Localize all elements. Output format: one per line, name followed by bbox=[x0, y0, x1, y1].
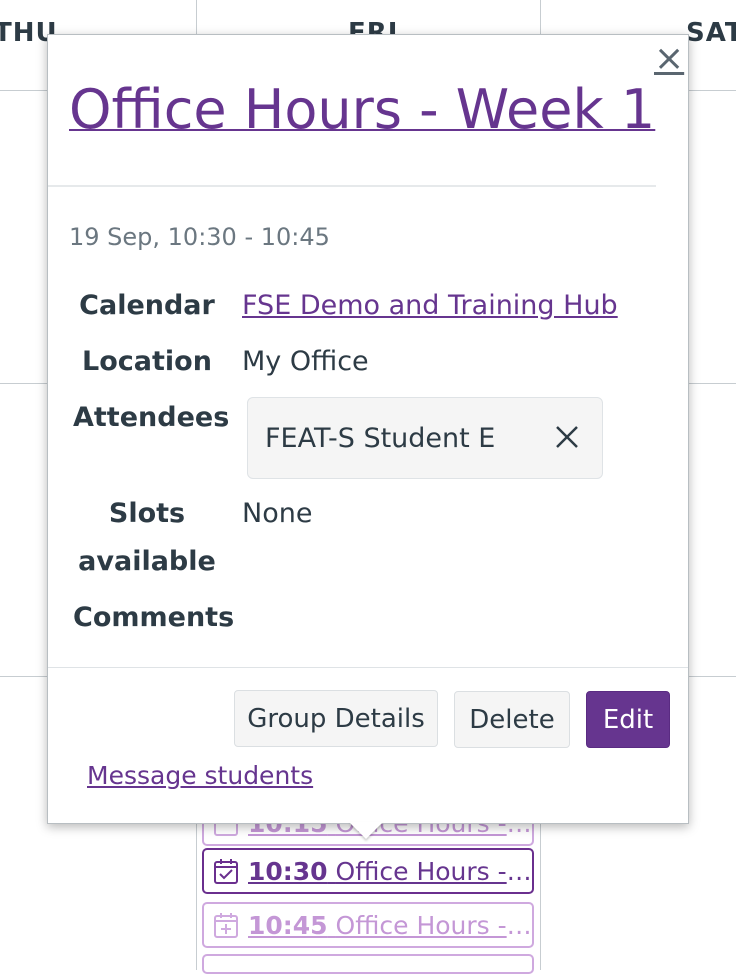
comments-label: Comments bbox=[73, 602, 235, 633]
slots-value: None bbox=[242, 498, 313, 529]
attendee-name: FEAT-S Student E bbox=[265, 422, 496, 454]
event-title-link[interactable]: Office Hours - Week 1 bbox=[69, 78, 655, 141]
slots-label-line2: available bbox=[78, 546, 216, 577]
calendar-event[interactable]: 10:45 Office Hours - ... bbox=[202, 902, 534, 948]
event-label: 10:45 Office Hours - ... bbox=[248, 910, 532, 940]
close-icon[interactable]: × bbox=[654, 41, 684, 77]
calendar-link[interactable]: FSE Demo and Training Hub bbox=[242, 282, 618, 330]
calendar-check-icon bbox=[212, 856, 240, 886]
message-students-link[interactable]: Message students bbox=[87, 761, 313, 790]
location-label: Location bbox=[82, 346, 212, 377]
delete-button[interactable]: Delete bbox=[454, 691, 570, 748]
calendar-label: Calendar bbox=[79, 290, 215, 321]
attendees-label: Attendees bbox=[73, 402, 230, 433]
event-datetime: 19 Sep, 10:30 - 10:45 bbox=[69, 223, 330, 251]
event-details-popover: × Office Hours - Week 1 19 Sep, 10:30 - … bbox=[47, 34, 689, 824]
divider bbox=[48, 185, 656, 187]
location-value: My Office bbox=[242, 346, 369, 377]
divider bbox=[48, 667, 688, 668]
group-details-button[interactable]: Group Details bbox=[234, 690, 438, 747]
event-label: 10:30 Office Hours - ... bbox=[248, 856, 532, 886]
popover-arrow bbox=[349, 822, 383, 839]
edit-button[interactable]: Edit bbox=[586, 691, 670, 748]
calendar-event-selected[interactable]: 10:30 Office Hours - ... bbox=[202, 848, 534, 894]
attendee-chip: FEAT-S Student E bbox=[247, 397, 603, 479]
day-header-sat: SAT bbox=[686, 18, 736, 48]
remove-attendee-x-icon[interactable] bbox=[552, 422, 582, 452]
calendar-plus-icon bbox=[212, 910, 240, 940]
calendar-event[interactable] bbox=[202, 954, 534, 974]
slots-label-line1: Slots bbox=[108, 498, 186, 529]
